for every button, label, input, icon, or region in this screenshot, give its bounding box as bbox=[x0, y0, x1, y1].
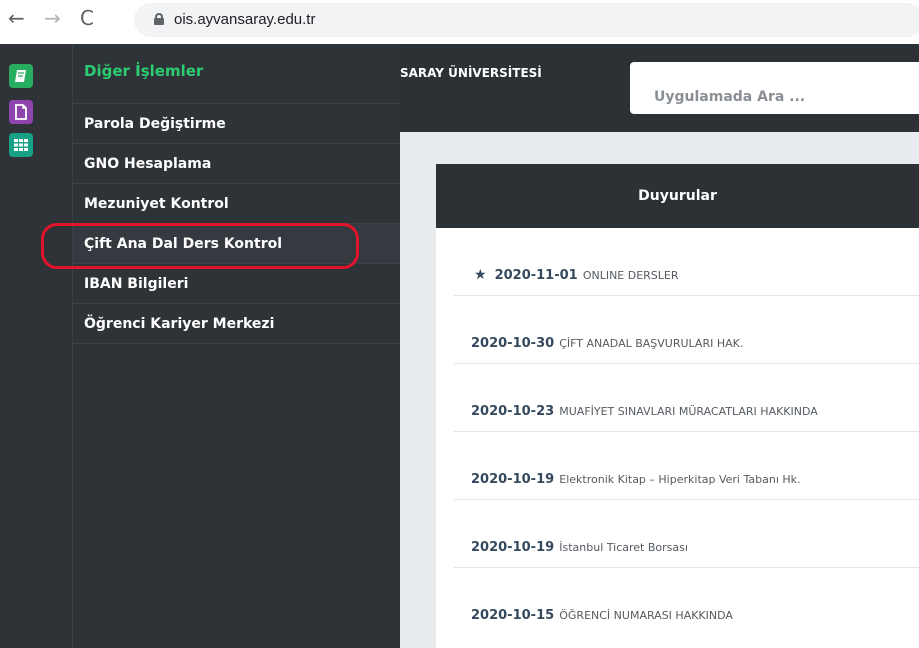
forward-arrow-icon[interactable]: → bbox=[44, 6, 61, 30]
announcement-item[interactable]: 2020-10-19 İstanbul Ticaret Borsası bbox=[454, 500, 919, 568]
menu-item-parola[interactable]: Parola Değiştirme bbox=[73, 104, 400, 144]
announcement-date: 2020-11-01 bbox=[494, 268, 578, 283]
announcements-card: Duyurular ★ 2020-11-01 ONLINE DERSLER 202… bbox=[436, 164, 919, 648]
announcement-title: Elektronik Kitap – Hiperkitap Veri Taban… bbox=[559, 473, 801, 486]
announcement-date: 2020-10-23 bbox=[471, 404, 555, 419]
announcements-header: Duyurular bbox=[436, 164, 919, 228]
main-content: Duyurular ★ 2020-11-01 ONLINE DERSLER 202… bbox=[400, 132, 919, 648]
red-highlight-annotation bbox=[41, 223, 359, 269]
menu-item-label: Parola Değiştirme bbox=[84, 116, 226, 132]
announcement-title: ONLINE DERSLER bbox=[582, 269, 679, 282]
address-bar[interactable]: ois.ayvansaray.edu.tr bbox=[134, 3, 919, 37]
announcement-date: 2020-10-19 bbox=[471, 540, 555, 555]
back-arrow-icon[interactable]: ← bbox=[8, 6, 25, 30]
menu-item-mezuniyet[interactable]: Mezuniyet Kontrol bbox=[73, 184, 400, 224]
menu-title: Diğer İşlemler bbox=[73, 44, 400, 104]
search-input[interactable] bbox=[630, 62, 919, 114]
announcement-date: 2020-10-15 bbox=[471, 608, 555, 623]
top-header: SARAY ÜNİVERSİTESİ bbox=[400, 44, 919, 132]
announcements-title: Duyurular bbox=[638, 188, 717, 204]
menu-item-label: GNO Hesaplama bbox=[84, 156, 212, 172]
icon-rail bbox=[0, 44, 73, 648]
document-icon[interactable] bbox=[9, 100, 33, 124]
announcement-title: ÖĞRENCİ NUMARASI HAKKINDA bbox=[559, 609, 733, 622]
browser-toolbar: ← → C ois.ayvansaray.edu.tr bbox=[0, 0, 919, 40]
menu-item-label: Mezuniyet Kontrol bbox=[84, 196, 229, 212]
announcement-title: İstanbul Ticaret Borsası bbox=[559, 541, 688, 554]
announcement-item[interactable]: 2020-10-15 ÖĞRENCİ NUMARASI HAKKINDA bbox=[454, 568, 919, 636]
announcement-title: ÇİFT ANADAL BAŞVURULARI HAK. bbox=[559, 337, 744, 350]
menu-title-label: Diğer İşlemler bbox=[84, 62, 204, 80]
reload-icon[interactable]: C bbox=[80, 6, 94, 30]
url-text: ois.ayvansaray.edu.tr bbox=[174, 11, 316, 28]
book-icon[interactable] bbox=[9, 64, 33, 88]
side-menu: Diğer İşlemler Parola Değiştirme GNO Hes… bbox=[73, 44, 400, 648]
grid-icon[interactable] bbox=[9, 133, 33, 157]
menu-item-gno[interactable]: GNO Hesaplama bbox=[73, 144, 400, 184]
announcement-item[interactable]: 2020-10-23 MUAFİYET SINAVLARI MÜRACATLAR… bbox=[454, 364, 919, 432]
menu-item-iban[interactable]: IBAN Bilgileri bbox=[73, 264, 400, 304]
announcement-title: MUAFİYET SINAVLARI MÜRACATLARI HAKKINDA bbox=[559, 405, 818, 418]
announcement-item[interactable]: ★ 2020-11-01 ONLINE DERSLER bbox=[454, 228, 919, 296]
menu-item-kariyer[interactable]: Öğrenci Kariyer Merkezi bbox=[73, 304, 400, 344]
menu-item-label: IBAN Bilgileri bbox=[84, 276, 189, 292]
lock-icon bbox=[154, 13, 164, 25]
menu-item-label: Öğrenci Kariyer Merkezi bbox=[84, 316, 275, 332]
star-icon: ★ bbox=[474, 267, 487, 283]
announcement-date: 2020-10-30 bbox=[471, 336, 555, 351]
announcement-date: 2020-10-19 bbox=[471, 472, 555, 487]
university-name: SARAY ÜNİVERSİTESİ bbox=[400, 66, 542, 80]
announcement-item[interactable]: 2020-10-30 ÇİFT ANADAL BAŞVURULARI HAK. bbox=[454, 296, 919, 364]
announcement-item[interactable]: 2020-10-19 Elektronik Kitap – Hiperkitap… bbox=[454, 432, 919, 500]
